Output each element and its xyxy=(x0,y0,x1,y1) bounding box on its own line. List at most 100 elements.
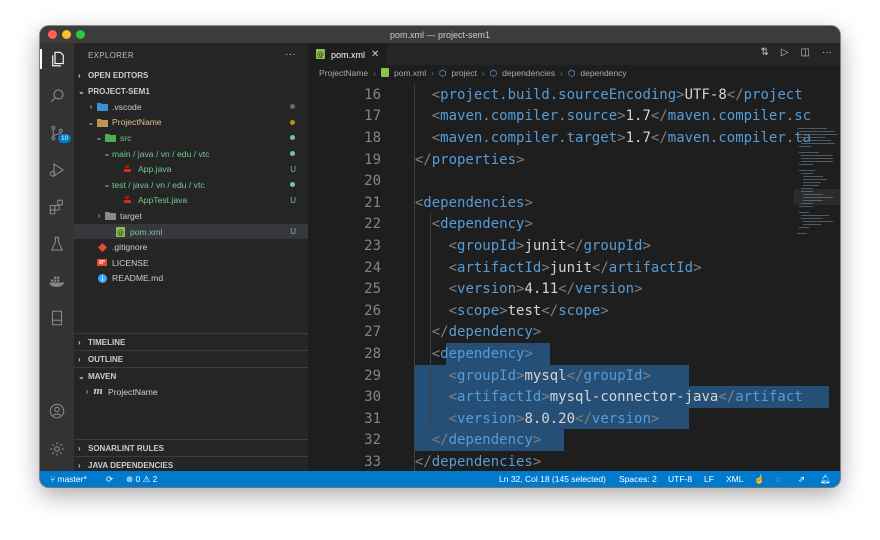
chevron-right-icon: › xyxy=(78,337,81,347)
notifications-icon[interactable]: 🔔︎ xyxy=(820,474,831,485)
open-changes-icon[interactable]: ⇅ xyxy=(760,47,768,58)
copilot-icon[interactable]: ◌ xyxy=(776,474,781,484)
breadcrumb-item[interactable]: pom.xml xyxy=(394,68,426,78)
chevron-right-icon: › xyxy=(560,68,563,78)
line-number: 31 xyxy=(364,410,381,427)
code-line[interactable]: 18 <maven.compiler.target>1.7</maven.com… xyxy=(308,127,828,149)
tree-item-readme[interactable]: README.md xyxy=(74,271,308,287)
sonarlint-section[interactable]: › SONARLINT RULES xyxy=(74,440,308,456)
chevron-right-icon: › xyxy=(373,68,376,78)
run-debug-icon[interactable] xyxy=(47,160,67,180)
open-editors-section[interactable]: › OPEN EDITORS xyxy=(74,67,308,83)
tree-item-pom-xml[interactable]: @ pom.xml U xyxy=(74,223,308,240)
end-of-line[interactable]: LF xyxy=(704,474,714,484)
settings-gear-icon[interactable] xyxy=(47,439,67,459)
code-text: <artifactId>mysql-connector-java</artifa… xyxy=(448,389,803,406)
explorer-title: EXPLORER xyxy=(88,50,134,60)
code-line[interactable]: 28 <dependency> xyxy=(308,343,828,365)
code-line[interactable]: 25 <version>4.11</version> xyxy=(308,278,828,300)
chevron-down-icon: ⌄ xyxy=(87,117,95,127)
tab-pom-xml[interactable]: @ pom.xml ✕ xyxy=(308,43,388,65)
breadcrumb-item[interactable]: project xyxy=(451,68,477,78)
code-line[interactable]: 21 <dependencies> xyxy=(308,192,828,214)
close-tab-icon[interactable]: ✕ xyxy=(371,49,379,60)
minimize-window-button[interactable] xyxy=(62,30,71,39)
tree-item-label: README.md xyxy=(112,273,164,284)
tree-item-license[interactable]: LICENSE xyxy=(74,255,308,271)
docker-icon[interactable] xyxy=(47,271,67,291)
java-file-icon xyxy=(122,164,134,174)
code-line[interactable]: 17 <maven.compiler.source>1.7</maven.com… xyxy=(308,106,828,128)
live-share-icon[interactable]: ⇗ xyxy=(798,474,805,485)
code-line[interactable]: 32 </dependency> xyxy=(308,430,828,452)
search-icon[interactable] xyxy=(47,86,67,106)
code-line[interactable]: 20 xyxy=(308,170,828,192)
maven-project-item[interactable]: › m ProjectName xyxy=(74,384,308,400)
code-line[interactable]: 33 </dependencies> xyxy=(308,451,828,473)
indentation[interactable]: Spaces: 2 xyxy=(619,474,657,484)
tree-item-gitignore[interactable]: .gitignore xyxy=(74,239,308,255)
project-section[interactable]: ⌄ PROJECT-SEM1 xyxy=(74,83,308,99)
files-icon[interactable] xyxy=(40,49,74,69)
cursor-position[interactable]: Ln 32, Col 18 (145 selected) xyxy=(499,474,606,484)
code-line[interactable]: 31 <version>8.0.20</version> xyxy=(308,408,828,430)
tree-item-target[interactable]: › target xyxy=(74,208,308,224)
svg-text:@: @ xyxy=(317,51,324,59)
problems-indicator[interactable]: ⊗ 0 ⚠ 2 xyxy=(126,474,157,485)
tree-item-apptest-java[interactable]: AppTest.java U xyxy=(74,193,308,209)
minimap[interactable] xyxy=(794,125,840,265)
code-text: <maven.compiler.source>1.7</maven.compil… xyxy=(431,108,812,125)
code-line[interactable]: 23 <groupId>junit</groupId> xyxy=(308,235,828,257)
split-editor-icon[interactable]: ◫ xyxy=(801,47,810,58)
encoding[interactable]: UTF-8 xyxy=(668,474,692,484)
feedback-icon[interactable]: ☝ xyxy=(754,474,765,485)
branch-indicator[interactable]: ⑂ master* xyxy=(50,474,87,484)
code-line[interactable]: 30 <artifactId>mysql-connector-java</art… xyxy=(308,386,828,408)
explorer-header: EXPLORER ··· xyxy=(74,43,308,67)
tree-item-src[interactable]: ⌄ src xyxy=(74,130,308,146)
activity-bar: 10 xyxy=(40,43,74,471)
extensions-icon[interactable] xyxy=(47,197,67,217)
code-editor[interactable]: 16 <project.build.sourceEncoding>UTF-8</… xyxy=(308,84,840,471)
warning-count: 2 xyxy=(152,473,158,484)
git-icon xyxy=(96,242,108,252)
maximize-window-button[interactable] xyxy=(76,30,85,39)
run-icon[interactable]: ▷ xyxy=(781,47,789,58)
testing-icon[interactable] xyxy=(47,234,67,254)
code-line[interactable]: 27 </dependency> xyxy=(308,322,828,344)
xml-file-icon: @ xyxy=(114,226,126,237)
tree-item-label: target xyxy=(120,210,142,221)
more-actions-icon[interactable]: ··· xyxy=(285,49,296,60)
branch-name: master* xyxy=(57,474,87,484)
language-mode[interactable]: XML xyxy=(726,474,743,484)
breadcrumb-item[interactable]: dependencies xyxy=(502,68,555,78)
tree-item-app-java[interactable]: App.java U xyxy=(74,161,308,177)
folder-open-icon xyxy=(96,117,108,127)
code-line[interactable]: 22 <dependency> xyxy=(308,214,828,236)
timeline-section[interactable]: › TIMELINE xyxy=(74,334,308,350)
tree-item-main-package[interactable]: ⌄ main / java / vn / edu / vtc xyxy=(74,146,308,162)
more-actions-icon[interactable]: ··· xyxy=(822,47,832,58)
symbol-field-icon: ⬡ xyxy=(438,67,447,78)
breadcrumb-item[interactable]: dependency xyxy=(580,68,626,78)
folder-src-icon xyxy=(104,133,116,143)
code-line[interactable]: 29 <groupId>mysql</groupId> xyxy=(308,365,828,387)
code-line[interactable]: 16 <project.build.sourceEncoding>UTF-8</… xyxy=(308,84,828,106)
account-icon[interactable] xyxy=(47,401,67,421)
close-window-button[interactable] xyxy=(48,30,57,39)
maven-section[interactable]: ⌄ MAVEN xyxy=(74,368,308,384)
tree-item-label: App.java xyxy=(138,164,172,175)
sync-icon[interactable]: ⟳ xyxy=(106,474,113,485)
outline-section[interactable]: › OUTLINE xyxy=(74,351,308,367)
notebook-icon[interactable] xyxy=(47,308,67,328)
tree-item-test-package[interactable]: ⌄ test / java / vn / edu / vtc xyxy=(74,177,308,193)
code-line[interactable]: 26 <scope>test</scope> xyxy=(308,300,828,322)
code-line[interactable]: 19 </properties> xyxy=(308,149,828,171)
breadcrumb-item[interactable]: ProjectName xyxy=(319,68,368,78)
tree-item-vscode[interactable]: › .vscode xyxy=(74,99,308,115)
tree-item-projectname[interactable]: ⌄ ProjectName xyxy=(74,115,308,131)
code-line[interactable]: 24 <artifactId>junit</artifactId> xyxy=(308,257,828,279)
source-control-icon[interactable]: 10 xyxy=(47,123,72,143)
chevron-right-icon: › xyxy=(89,102,93,112)
status-bar: ⑂ master* ⟳ ⊗ 0 ⚠ 2 Ln 32, Col 18 (145 s… xyxy=(40,471,840,487)
